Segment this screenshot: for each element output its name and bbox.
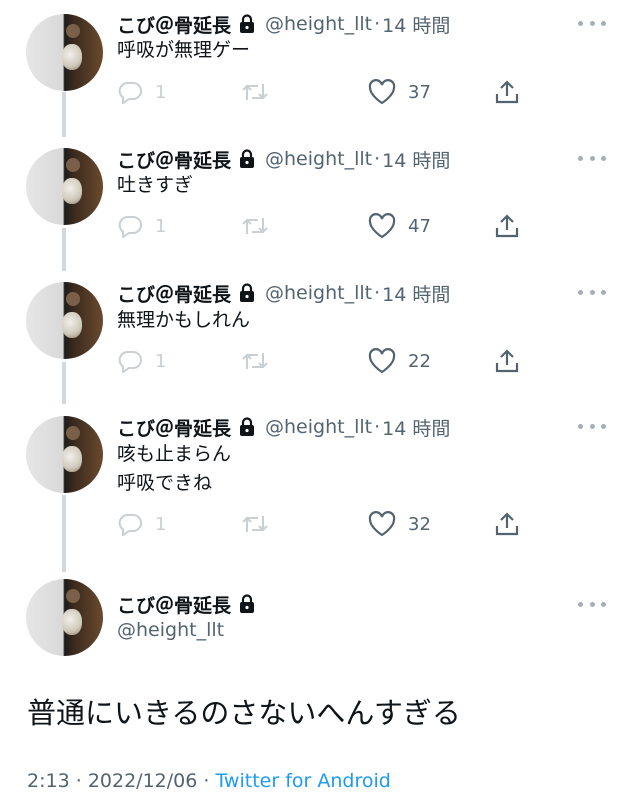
action-bar: 1 37 — [117, 76, 537, 108]
retweet-button[interactable] — [241, 76, 269, 108]
more-icon[interactable] — [578, 597, 606, 611]
reply-button[interactable]: 1 — [117, 210, 166, 242]
thread-line — [62, 362, 66, 404]
author-name[interactable]: こび＠骨延長 — [117, 146, 231, 173]
like-button[interactable]: 22 — [368, 345, 431, 377]
author-handle[interactable]: @height_llt — [265, 148, 372, 170]
share-icon — [495, 80, 519, 104]
action-bar: 1 22 — [117, 345, 537, 377]
like-count: 37 — [408, 81, 431, 103]
like-count: 32 — [408, 513, 431, 535]
separator: · — [374, 282, 381, 304]
timestamp[interactable]: 14 時間 — [382, 146, 450, 173]
retweet-button[interactable] — [241, 345, 269, 377]
reply-button[interactable]: 1 — [117, 345, 166, 377]
timestamp[interactable]: 14 時間 — [382, 280, 450, 307]
tweet-header: こび＠骨延長 @height_llt · 14 時間 — [117, 413, 450, 441]
heart-icon — [368, 348, 396, 374]
like-button[interactable]: 37 — [368, 76, 431, 108]
retweet-button[interactable] — [241, 508, 269, 540]
timestamp[interactable]: 14 時間 — [382, 11, 450, 38]
lock-icon — [239, 14, 255, 34]
share-icon — [495, 214, 519, 238]
post-time: 2:13 — [27, 770, 70, 792]
author-name[interactable]: こび＠骨延長 — [117, 280, 231, 307]
avatar[interactable] — [26, 148, 103, 225]
author-handle[interactable]: @height_llt — [265, 282, 372, 304]
reply-count: 1 — [155, 513, 167, 535]
tweet-text: 無理かもしれん — [117, 309, 251, 331]
share-button[interactable] — [494, 210, 520, 242]
tweet-text: 吐きすぎ — [117, 174, 194, 196]
tweet-text: 呼吸が無理ゲー — [117, 39, 251, 61]
share-icon — [495, 512, 519, 536]
source-link[interactable]: Twitter for Android — [215, 770, 390, 792]
action-bar: 1 47 — [117, 210, 537, 242]
like-button[interactable]: 47 — [368, 210, 431, 242]
tweet-header: こび＠骨延長 @height_llt · 14 時間 — [117, 10, 450, 38]
retweet-icon — [242, 516, 268, 532]
author-handle[interactable]: @height_llt — [265, 13, 372, 35]
retweet-icon — [242, 353, 268, 369]
like-count: 22 — [408, 350, 431, 372]
tweet-text: 普通にいきるのさないへんすぎる — [27, 696, 461, 730]
separator: · — [374, 416, 381, 438]
more-icon[interactable] — [578, 285, 606, 299]
more-icon[interactable] — [578, 419, 606, 433]
like-count: 47 — [408, 215, 431, 237]
reply-count: 1 — [155, 81, 167, 103]
avatar[interactable] — [26, 416, 103, 493]
reply-icon — [118, 216, 142, 238]
separator: · — [374, 148, 381, 170]
share-button[interactable] — [494, 345, 520, 377]
reply-icon — [118, 514, 142, 536]
post-date: 2022/12/06 — [87, 770, 198, 792]
avatar[interactable] — [26, 14, 103, 91]
author-name[interactable]: こび＠骨延長 — [117, 591, 231, 618]
thread-line — [62, 228, 66, 271]
retweet-button[interactable] — [241, 210, 269, 242]
separator: · — [374, 13, 381, 35]
tweet-header: こび＠骨延長 — [117, 590, 265, 618]
lock-icon — [239, 149, 255, 169]
more-icon[interactable] — [578, 16, 606, 30]
heart-icon — [368, 213, 396, 239]
retweet-icon — [242, 84, 268, 100]
more-icon[interactable] — [578, 151, 606, 165]
tweet-text: 咳も止まらん 呼吸できね — [117, 443, 232, 494]
retweet-icon — [242, 218, 268, 234]
heart-icon — [368, 79, 396, 105]
lock-icon — [239, 417, 255, 437]
reply-icon — [118, 351, 142, 373]
lock-icon — [239, 594, 255, 614]
separator: · — [203, 770, 210, 792]
heart-icon — [368, 511, 396, 537]
author-handle[interactable]: @height_llt — [265, 416, 372, 438]
share-button[interactable] — [494, 76, 520, 108]
timestamp[interactable]: 14 時間 — [382, 414, 450, 441]
reply-count: 1 — [155, 350, 167, 372]
share-button[interactable] — [494, 508, 520, 540]
share-icon — [495, 349, 519, 373]
thread-line — [62, 92, 66, 137]
author-handle[interactable]: @height_llt — [117, 619, 224, 641]
tweet-header: こび＠骨延長 @height_llt · 14 時間 — [117, 279, 450, 307]
reply-button[interactable]: 1 — [117, 76, 166, 108]
avatar[interactable] — [26, 282, 103, 359]
reply-button[interactable]: 1 — [117, 508, 166, 540]
thread-line — [62, 495, 66, 572]
separator: · — [75, 770, 82, 792]
reply-icon — [118, 82, 142, 104]
like-button[interactable]: 32 — [368, 508, 431, 540]
tweet-meta: 2:13 · 2022/12/06 · Twitter for Android — [27, 770, 391, 792]
action-bar: 1 32 — [117, 508, 537, 540]
lock-icon — [239, 283, 255, 303]
tweet-header: こび＠骨延長 @height_llt · 14 時間 — [117, 145, 450, 173]
reply-count: 1 — [155, 215, 167, 237]
author-name[interactable]: こび＠骨延長 — [117, 11, 231, 38]
avatar[interactable] — [26, 579, 103, 656]
author-name[interactable]: こび＠骨延長 — [117, 414, 231, 441]
